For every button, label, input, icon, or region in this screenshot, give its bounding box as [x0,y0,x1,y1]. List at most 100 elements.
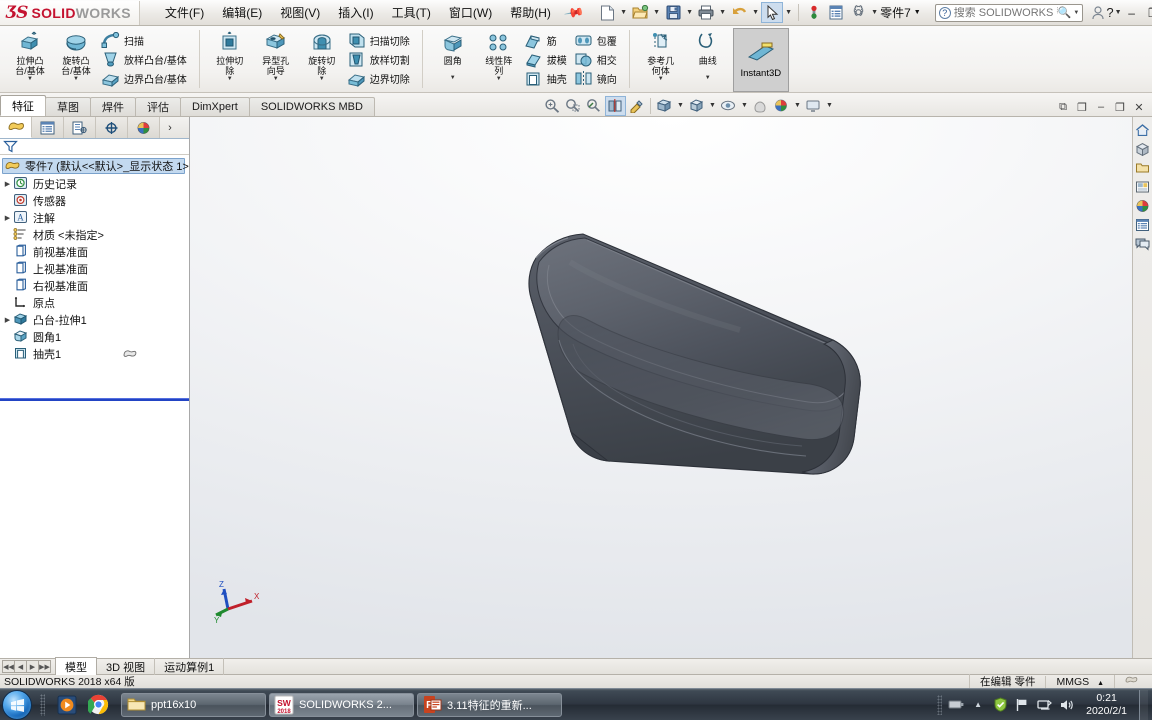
tree-item-top-plane[interactable]: 上视基准面 [0,260,189,277]
custom-properties-icon[interactable] [1134,216,1152,234]
tab-solidworks-mbd[interactable]: SOLIDWORKS MBD [248,97,375,116]
expand-arrow-icon[interactable]: ▶ [2,214,13,222]
help-dropdown-icon[interactable]: ▼ [1115,2,1122,23]
taskbar-clock[interactable]: 0:21 2020/2/1 [1080,692,1133,718]
minimize-button[interactable]: – [1122,3,1142,23]
fillet-dropdown-icon[interactable]: ▼ [450,75,456,82]
hide-show-items-icon[interactable] [718,96,739,116]
antivirus-shield-icon[interactable] [992,697,1008,713]
chrome-icon[interactable] [87,694,109,716]
rollback-bar[interactable] [0,398,189,401]
taskbar-grip-handle[interactable] [40,693,45,716]
linear-pattern-dropdown-icon[interactable]: ▼ [496,76,502,83]
print-icon[interactable] [695,2,717,23]
tree-item-history[interactable]: ▶ 历史记录 [0,175,189,192]
home-icon[interactable] [1134,121,1152,139]
feature-manager-more-tabs-icon[interactable]: › [160,117,180,138]
taskbar-item-powerpoint[interactable]: P 3.11特征的重新... [417,692,562,717]
search-input[interactable] [953,6,1058,19]
options-dropdown-icon[interactable]: ▼ [869,2,880,23]
swept-boss-button[interactable]: 扫描 [99,31,192,50]
appearances-sphere-icon[interactable] [1134,197,1152,215]
tree-item-boss-extrude1[interactable]: ▶ 凸台-拉伸1 [0,311,189,328]
save-dropdown-icon[interactable]: ▼ [684,2,695,23]
maximize-button[interactable]: ❐ [1144,3,1152,23]
select-dropdown-icon[interactable]: ▼ [783,2,794,23]
tree-item-material[interactable]: 材质 <未指定> [0,226,189,243]
flag-action-center-icon[interactable] [1014,697,1030,713]
document-close-button[interactable]: ✕ [1130,98,1148,116]
3d-model-view[interactable] [190,117,1152,658]
linear-pattern-button[interactable]: 线性阵列 ▼ [476,28,522,92]
tab-dimxpert[interactable]: DimXpert [180,97,250,116]
previous-view-icon[interactable] [584,96,605,116]
solidworks-logo[interactable]: ƷS SOLIDWORKS [0,0,140,25]
fillet-button[interactable]: 圆角 ▼ [430,28,476,92]
rebuild-icon[interactable] [803,2,825,23]
open-document-dropdown-icon[interactable]: ▼ [651,2,662,23]
units-caret-icon[interactable]: ▲ [1097,680,1104,687]
menu-tools[interactable]: 工具(T) [383,0,440,25]
configuration-manager-tab[interactable] [64,117,96,138]
comments-icon[interactable] [1134,235,1152,253]
boundary-cut-button[interactable]: 边界切除 [345,69,415,88]
revolved-cut-button[interactable]: 旋转切除 ▼ [299,28,345,92]
revolved-boss-dropdown-icon[interactable]: ▼ [73,76,79,83]
reference-geometry-button[interactable]: 参考几 何体 ▼ [637,28,685,92]
status-units[interactable]: MMGS ▲ [1045,675,1114,688]
reference-geometry-dropdown-icon[interactable]: ▼ [658,76,664,83]
user-account-icon[interactable] [1091,2,1105,23]
menu-window[interactable]: 窗口(W) [440,0,501,25]
tree-item-sensors[interactable]: 传感器 [0,192,189,209]
tree-item-origin[interactable]: 原点 [0,294,189,311]
active-document-name[interactable]: 零件7 ▼ [880,4,921,21]
volume-icon[interactable] [1058,697,1074,713]
lofted-cut-button[interactable]: 放样切割 [345,50,415,69]
instant3d-button[interactable]: Instant3D [732,28,789,92]
menu-help[interactable]: 帮助(H) [501,0,560,25]
search-icon[interactable]: 🔍 [1058,6,1072,19]
help-search-box[interactable]: ? 🔍 ▼ [934,3,1084,22]
taskbar-item-solidworks[interactable]: SW 2018 SOLIDWORKS 2... [269,692,414,717]
hole-wizard-dropdown-icon[interactable]: ▼ [273,76,279,83]
save-icon[interactable] [662,2,684,23]
view-settings-icon[interactable] [803,96,824,116]
edit-appearance-icon[interactable] [771,96,792,116]
curves-button[interactable]: 曲线 ▼ [685,28,731,92]
tab-sketch[interactable]: 草图 [45,97,91,116]
bottom-tab-motion-study-1[interactable]: 运动算例1 [155,657,225,676]
taskbar-item-folder[interactable]: ppt16x10 [121,692,266,717]
property-manager-tab[interactable] [32,117,64,138]
pin-menu-icon[interactable]: 📌 [563,1,585,23]
view-settings-dropdown-icon[interactable]: ▼ [824,95,835,116]
resources-box-icon[interactable] [1134,140,1152,158]
bottom-tab-3d-views[interactable]: 3D 视图 [97,657,156,676]
hardware-removal-icon[interactable] [948,697,964,713]
edit-appearance-alt-icon[interactable] [626,96,647,116]
graphics-area[interactable]: Z X Y [190,117,1152,658]
file-explorer-folder-icon[interactable] [1134,159,1152,177]
mirror-button[interactable]: 镜向 [572,69,622,88]
menu-view[interactable]: 视图(V) [271,0,329,25]
menu-file[interactable]: 文件(F) [156,0,213,25]
section-view-icon[interactable] [604,95,626,116]
apply-scene-icon[interactable] [750,96,771,116]
document-maximize-button[interactable]: ❐ [1111,98,1129,116]
boundary-boss-button[interactable]: 边界凸台/基体 [99,69,192,88]
help-icon[interactable]: ? [1105,2,1114,23]
view-orientation-dropdown-icon[interactable]: ▼ [675,95,686,116]
tree-item-front-plane[interactable]: 前视基准面 [0,243,189,260]
zoom-to-area-icon[interactable] [563,96,584,116]
display-style-icon[interactable] [686,96,707,116]
tree-root-part[interactable]: 零件7 (默认<<默认>_显示状态 1>) [2,158,189,174]
restore-right-button[interactable]: ❐ [1073,98,1091,116]
expand-arrow-icon[interactable]: ▶ [2,316,13,324]
options-gear-icon[interactable] [847,2,869,23]
display-manager-tab[interactable] [128,117,160,138]
tree-item-shell1[interactable]: 抽壳1 [0,345,189,362]
extruded-cut-dropdown-icon[interactable]: ▼ [227,76,233,83]
hole-wizard-button[interactable]: 异型孔 向导 ▼ [253,28,299,92]
featuremanager-design-tree-tab[interactable] [0,117,32,138]
extruded-boss-dropdown-icon[interactable]: ▼ [27,76,33,83]
intersect-button[interactable]: 相交 [572,50,622,69]
